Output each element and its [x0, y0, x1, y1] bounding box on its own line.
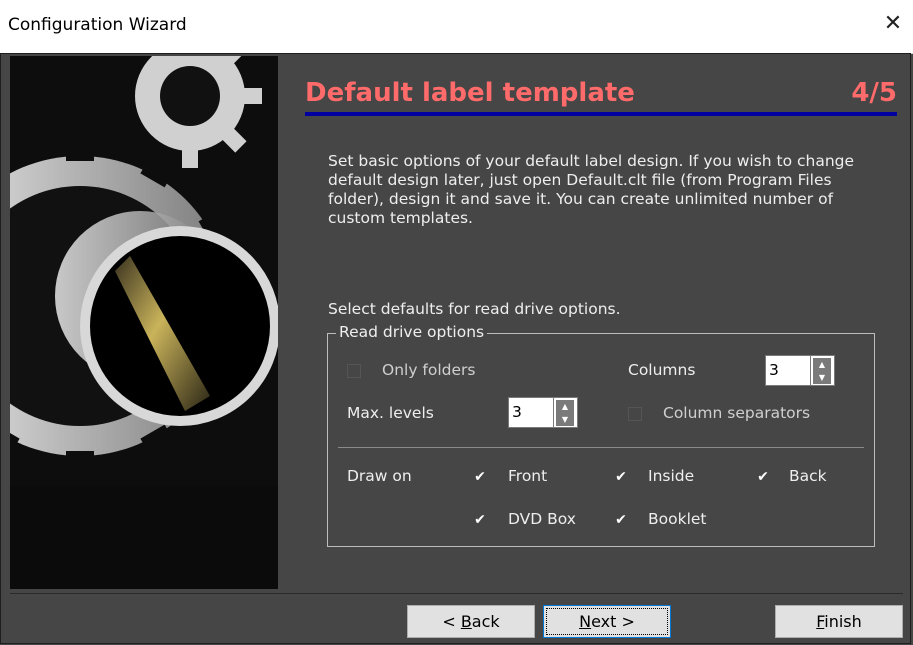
wizard-window: Configuration Wizard ✕ Default label tem… — [0, 0, 913, 645]
column-separators-label: Column separators — [663, 404, 811, 422]
heading-underline — [305, 112, 897, 116]
booklet-checkbox[interactable]: ✔ — [614, 513, 628, 527]
page-description: Set basic options of your default label … — [328, 152, 855, 227]
section-instruction: Select defaults for read drive options. — [328, 300, 621, 318]
close-icon[interactable]: ✕ — [881, 12, 905, 36]
title-bar: Configuration Wizard ✕ — [0, 0, 913, 54]
max-levels-input[interactable]: 3 — [508, 397, 554, 428]
columns-stepper[interactable]: 3 ▲ ▼ — [765, 355, 835, 386]
max-levels-stepper[interactable]: 3 ▲ ▼ — [508, 397, 578, 428]
page-title: Default label template — [305, 78, 635, 108]
only-folders-label: Only folders — [382, 361, 476, 379]
columns-input[interactable]: 3 — [765, 355, 811, 386]
booklet-label: Booklet — [648, 510, 707, 528]
back-button[interactable]: < Back — [407, 605, 535, 638]
inside-label: Inside — [648, 467, 695, 485]
next-button[interactable]: Next > — [543, 605, 671, 638]
max-levels-label: Max. levels — [347, 404, 434, 422]
front-checkbox[interactable]: ✔ — [473, 470, 487, 484]
back-checkbox[interactable]: ✔ — [756, 470, 770, 484]
finish-button[interactable]: Finish — [775, 605, 903, 638]
columns-up-button[interactable]: ▲ — [813, 358, 831, 371]
gears-image — [10, 56, 278, 589]
max-levels-up-button[interactable]: ▲ — [556, 400, 574, 413]
group-divider — [338, 447, 864, 448]
group-legend: Read drive options — [336, 323, 488, 341]
step-indicator: 4/5 — [851, 78, 897, 108]
max-levels-down-button[interactable]: ▼ — [556, 413, 574, 426]
dvd-box-label: DVD Box — [508, 510, 576, 528]
front-label: Front — [508, 467, 548, 485]
window-title: Configuration Wizard — [8, 15, 187, 35]
only-folders-checkbox[interactable] — [347, 364, 361, 378]
columns-label: Columns — [628, 361, 696, 379]
footer-divider — [10, 593, 903, 594]
column-separators-checkbox[interactable] — [628, 407, 642, 421]
columns-down-button[interactable]: ▼ — [813, 371, 831, 384]
dvd-box-checkbox[interactable]: ✔ — [473, 513, 487, 527]
inside-checkbox[interactable]: ✔ — [614, 470, 628, 484]
draw-on-label: Draw on — [347, 467, 412, 485]
back-label: Back — [789, 467, 827, 485]
